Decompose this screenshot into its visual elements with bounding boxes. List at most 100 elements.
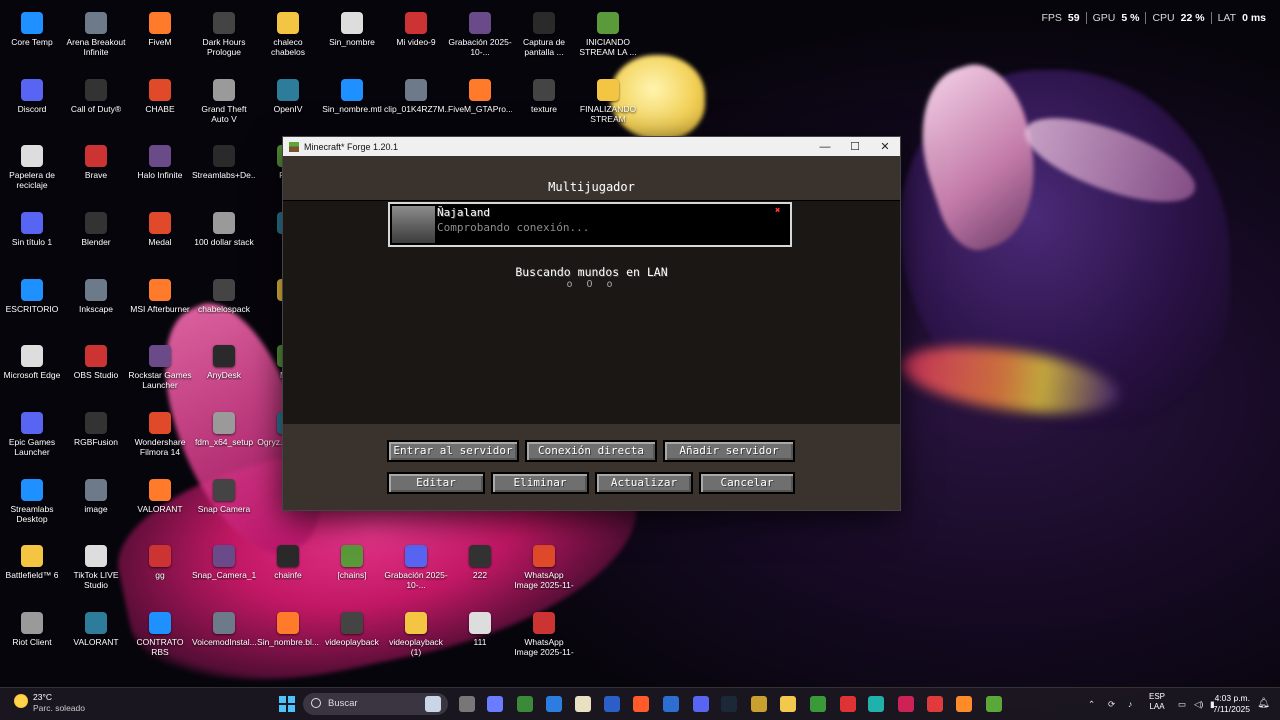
taskbar-app-icon[interactable] [721, 696, 737, 712]
desktop-icon[interactable]: Blender [64, 208, 128, 247]
desktop-icon[interactable]: TikTok LIVE Studio [64, 541, 128, 590]
desktop-icon[interactable]: videoplayback [320, 608, 384, 647]
desktop-icon[interactable]: FiveM_GTAPro... [448, 75, 512, 114]
desktop-icon[interactable]: Snap_Camera_1... [192, 541, 256, 580]
chevron-up-icon[interactable]: ⌃ [1088, 699, 1095, 710]
window-titlebar[interactable]: Minecraft* Forge 1.20.1 — ☐ ✕ [283, 137, 900, 156]
input-language[interactable]: ESP LAA [1149, 692, 1165, 712]
desktop-icon[interactable]: OBS Studio [64, 341, 128, 380]
desktop-icon[interactable]: Sin_nombre [320, 8, 384, 47]
desktop-icon[interactable]: Wondershare Filmora 14 [128, 408, 192, 457]
maximize-button[interactable]: ☐ [840, 140, 870, 153]
refresh-button[interactable]: Actualizar [595, 472, 693, 494]
taskbar-app-icon[interactable] [840, 696, 856, 712]
notification-bell-icon[interactable]: 🔔︎ [1257, 698, 1270, 709]
desktop-icon[interactable]: Sin_nombre.bl... [256, 608, 320, 647]
desktop-icon[interactable]: OpenIV [256, 75, 320, 114]
desktop-icon[interactable]: VoicemodInstal... [192, 608, 256, 647]
desktop-icon[interactable]: FINALIZANDO STREAM [576, 75, 640, 124]
desktop-icon[interactable]: Sin_nombre.mtl [320, 75, 384, 114]
taskbar-app-icon[interactable] [868, 696, 884, 712]
desktop-icon[interactable]: Riot Client [0, 608, 64, 647]
desktop-icon[interactable]: Captura de pantalla ... [512, 8, 576, 57]
join-server-button[interactable]: Entrar al servidor [387, 440, 519, 462]
desktop-icon[interactable]: VALORANT [64, 608, 128, 647]
desktop-icon[interactable]: 111 [448, 608, 512, 647]
desktop-icon[interactable]: Snap Camera [192, 475, 256, 514]
server-entry[interactable]: Ñajaland Comprobando conexión... ✖ [388, 202, 792, 247]
desktop-icon[interactable]: CHABE [128, 75, 192, 114]
desktop-icon[interactable]: Streamlabs+De... [192, 141, 256, 180]
desktop-icon[interactable]: Core Temp [0, 8, 64, 47]
clock[interactable]: 4:03 p.m. 7/11/2025 [1213, 693, 1250, 715]
desktop-icon[interactable]: WhatsApp Image 2025-11-05 at 1... [512, 608, 576, 657]
add-server-button[interactable]: Añadir servidor [663, 440, 795, 462]
desktop-icon[interactable]: WhatsApp Image 2025-11-05 at 1... [512, 541, 576, 590]
taskbar-app-icon[interactable] [780, 696, 796, 712]
edit-button[interactable]: Editar [387, 472, 485, 494]
taskbar-app-icon[interactable] [546, 696, 562, 712]
desktop-icon[interactable]: Streamlabs Desktop [0, 475, 64, 524]
taskbar-app-icon[interactable] [459, 696, 475, 712]
taskbar-app-icon[interactable] [751, 696, 767, 712]
taskbar-app-icon[interactable] [517, 696, 533, 712]
desktop-icon[interactable]: gg [128, 541, 192, 580]
server-list[interactable]: Ñajaland Comprobando conexión... ✖ Busca… [283, 200, 900, 426]
desktop-icon[interactable]: 100 dollar stack [192, 208, 256, 247]
microphone-icon[interactable]: ♪ [1128, 699, 1132, 709]
desktop-icon[interactable]: Brave [64, 141, 128, 180]
taskbar-app-icon[interactable] [810, 696, 826, 712]
desktop-icon[interactable]: clip_01K4RZ7M... [384, 75, 448, 114]
desktop-icon[interactable]: chabelospack [192, 275, 256, 314]
desktop-icon[interactable]: Medal [128, 208, 192, 247]
desktop-icon[interactable]: Halo Infinite [128, 141, 192, 180]
desktop-icon[interactable]: Mi video-9 [384, 8, 448, 47]
desktop-icon[interactable]: fdm_x64_setup [192, 408, 256, 447]
taskbar-app-icon[interactable] [898, 696, 914, 712]
desktop-icon[interactable]: videoplayback (1) [384, 608, 448, 657]
direct-connect-button[interactable]: Conexión directa [525, 440, 657, 462]
desktop-icon[interactable]: texture [512, 75, 576, 114]
taskbar-app-icon[interactable] [927, 696, 943, 712]
desktop-icon[interactable]: 222 [448, 541, 512, 580]
desktop-icon[interactable]: AnyDesk [192, 341, 256, 380]
desktop-icon[interactable]: Epic Games Launcher [0, 408, 64, 457]
taskbar-app-icon[interactable] [986, 696, 1002, 712]
desktop-icon[interactable]: chainfe [256, 541, 320, 580]
cancel-button[interactable]: Cancelar [699, 472, 795, 494]
desktop-icon[interactable]: VALORANT [128, 475, 192, 514]
desktop-icon[interactable]: chaleco chabelos [256, 8, 320, 57]
taskbar-app-icon[interactable] [604, 696, 620, 712]
desktop-icon[interactable]: Microsoft Edge [0, 341, 64, 380]
minimize-button[interactable]: — [810, 141, 840, 153]
network-icon[interactable]: ▭ [1178, 699, 1186, 710]
desktop-icon[interactable]: Grabación 2025-10-... [448, 8, 512, 57]
sync-icon[interactable]: ⟳ [1108, 699, 1115, 710]
desktop-icon[interactable]: Grand Theft Auto V [192, 75, 256, 124]
desktop-icon[interactable]: Dark Hours Prologue [192, 8, 256, 57]
desktop-icon[interactable]: Inkscape [64, 275, 128, 314]
desktop-icon[interactable]: ESCRITORIO [0, 275, 64, 314]
desktop-icon[interactable]: Battlefield™ 6 [0, 541, 64, 580]
desktop-icon[interactable]: Rockstar Games Launcher [128, 341, 192, 390]
taskbar-app-icon[interactable] [663, 696, 679, 712]
taskbar-app-icon[interactable] [487, 696, 503, 712]
delete-button[interactable]: Eliminar [491, 472, 589, 494]
taskbar-app-icon[interactable] [425, 696, 441, 712]
volume-icon[interactable]: ◁) [1194, 699, 1203, 710]
start-button[interactable] [279, 696, 295, 712]
desktop-icon[interactable]: Call of Duty® [64, 75, 128, 114]
desktop-icon[interactable]: FiveM [128, 8, 192, 47]
taskbar-app-icon[interactable] [693, 696, 709, 712]
desktop-icon[interactable]: Sin título 1 [0, 208, 64, 247]
desktop-icon[interactable]: Discord [0, 75, 64, 114]
desktop-icon[interactable]: CONTRATO RBS BALZANOR - ... [128, 608, 192, 657]
taskbar-app-icon[interactable] [956, 696, 972, 712]
desktop-icon[interactable]: RGBFusion [64, 408, 128, 447]
desktop-icon[interactable]: Grabación 2025-10-... [384, 541, 448, 590]
taskbar-app-icon[interactable] [575, 696, 591, 712]
desktop-icon[interactable]: Arena Breakout Infinite [64, 8, 128, 57]
desktop-icon[interactable]: Papelera de reciclaje [0, 141, 64, 190]
weather-widget[interactable]: 23°C Parc. soleado [14, 692, 85, 714]
desktop-icon[interactable]: MSI Afterburner [128, 275, 192, 314]
